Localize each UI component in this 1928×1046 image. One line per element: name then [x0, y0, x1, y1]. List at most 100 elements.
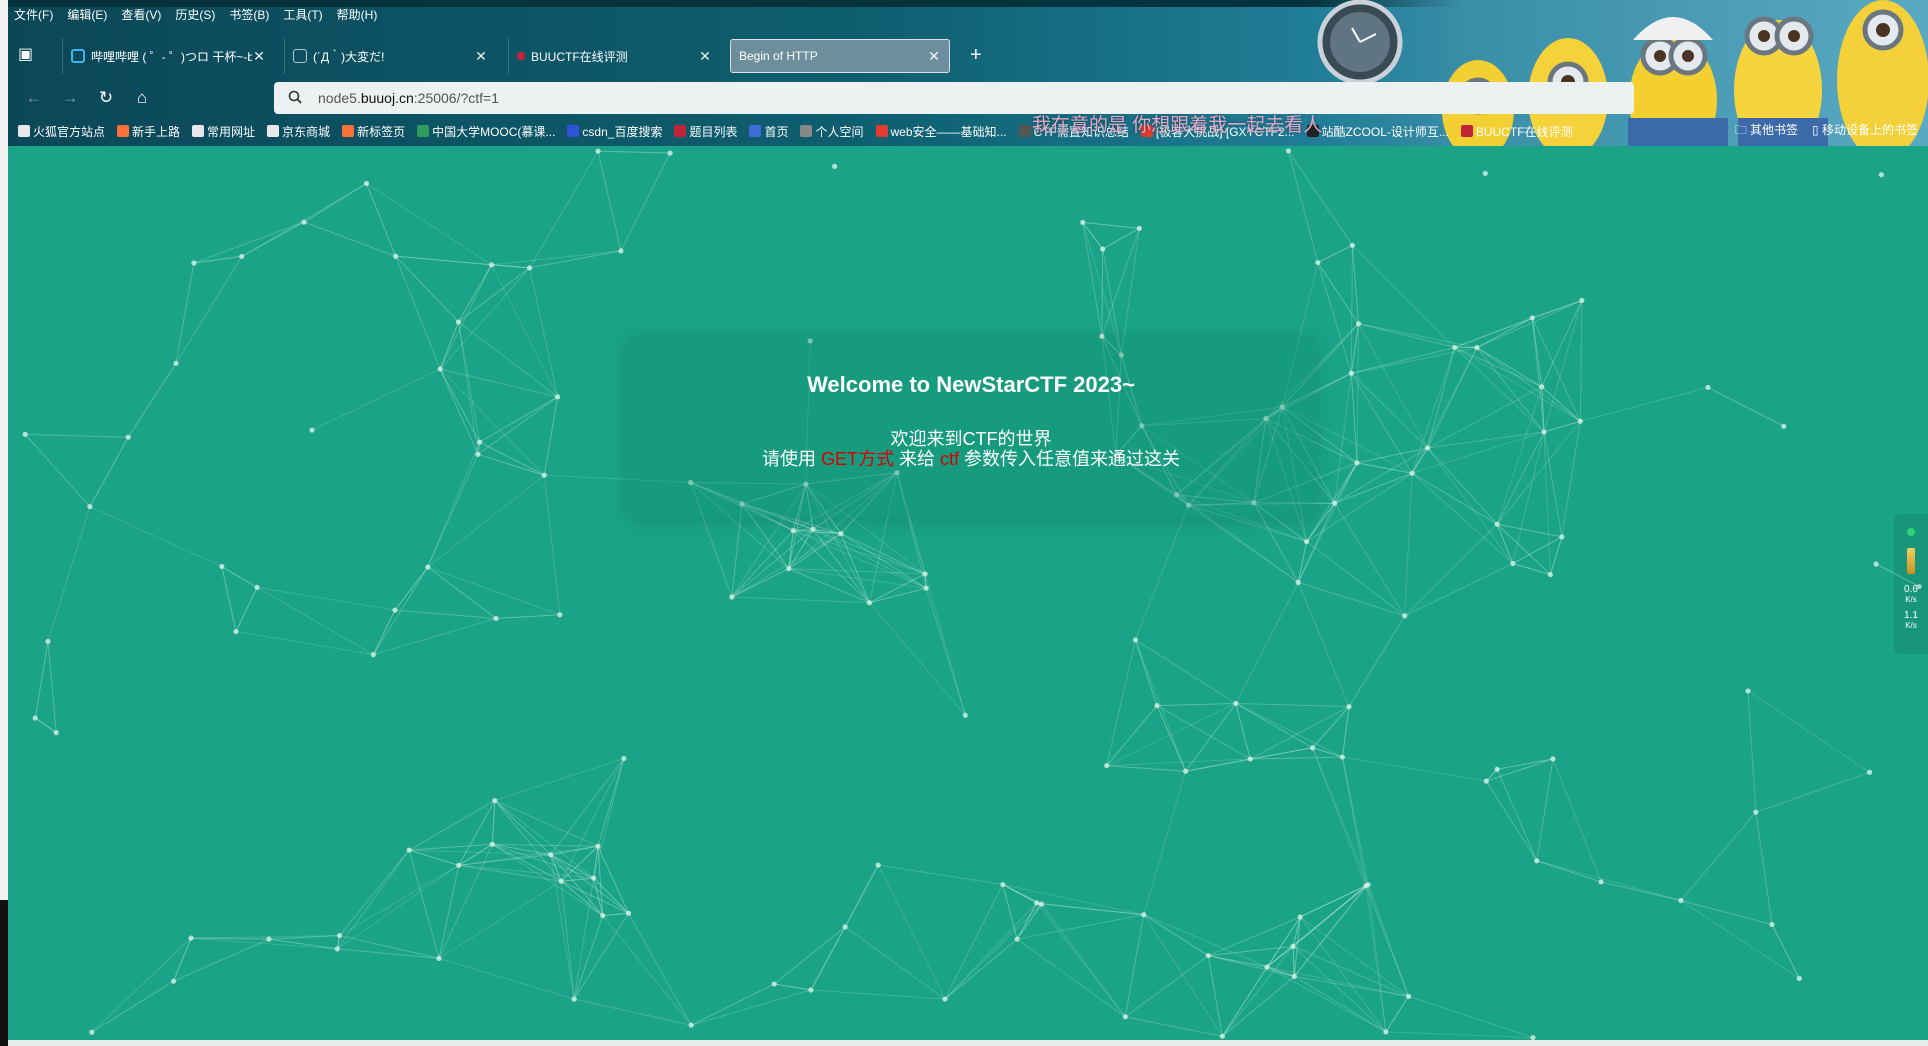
- network-link: [1002, 884, 1144, 916]
- network-link: [268, 938, 338, 950]
- network-node: [173, 360, 179, 367]
- menu-edit[interactable]: 编辑(E): [67, 6, 107, 24]
- network-node: [493, 615, 499, 622]
- network-link: [395, 255, 530, 269]
- network-node: [1866, 769, 1873, 775]
- network-link: [1124, 914, 1145, 1017]
- forward-arrow-icon[interactable]: →: [58, 86, 82, 110]
- bookmark-item[interactable]: 新标签页: [342, 121, 405, 141]
- network-node: [370, 652, 376, 658]
- network-node: [1136, 225, 1142, 231]
- network-link: [1408, 995, 1534, 1039]
- bilibili-favicon-icon: [71, 49, 85, 63]
- menu-bookmarks[interactable]: 书签(B): [229, 6, 269, 24]
- network-node: [1494, 521, 1500, 527]
- network-speed-widget: 0.6 K/s 1.1 K/s: [1894, 514, 1928, 654]
- bookmark-item[interactable]: 常用网址: [192, 121, 255, 141]
- network-node: [170, 978, 177, 984]
- network-node: [1873, 561, 1879, 567]
- address-bar[interactable]: node5.buuoj.cn:25006/?ctf=1: [274, 82, 1634, 114]
- bookmark-item[interactable]: 站酷ZCOOL-设计师互...: [1306, 121, 1449, 141]
- menu-file[interactable]: 文件(F): [14, 6, 53, 24]
- network-node: [45, 638, 51, 644]
- bookmark-item[interactable]: csdn_百度搜索: [567, 121, 662, 141]
- network-node: [1425, 445, 1431, 451]
- network-link: [1135, 639, 1237, 704]
- bookmark-item[interactable]: BUUCTF在线评测: [1460, 121, 1573, 141]
- reload-icon[interactable]: ↻: [94, 86, 118, 110]
- network-link: [427, 454, 479, 568]
- close-tab-icon[interactable]: ✕: [474, 48, 488, 65]
- bookmark-item[interactable]: 京东商城: [267, 121, 330, 141]
- menu-tools[interactable]: 工具(T): [283, 6, 322, 24]
- network-link: [573, 878, 595, 1000]
- network-link: [337, 948, 440, 959]
- network-node: [233, 628, 239, 635]
- network-link: [1485, 780, 1538, 861]
- new-tab-plus-icon[interactable]: +: [970, 44, 982, 66]
- bookmarks-toolbar: 火狐官方站点 新手上路 常用网址 京东商城 新标签页 中国大学MOOC(慕课... csdn…: [18, 121, 1573, 141]
- bookmark-label: 首页: [764, 124, 789, 139]
- bookmark-item[interactable]: 题目列表: [674, 121, 737, 141]
- network-link: [597, 846, 629, 914]
- network-node: [557, 612, 563, 618]
- network-link: [1561, 421, 1581, 537]
- tab-buuctf[interactable]: BUUCTF在线评测 ✕: [508, 38, 720, 74]
- network-link: [1143, 914, 1223, 1037]
- network-link: [573, 915, 604, 1000]
- home-icon[interactable]: ⌂: [130, 86, 154, 110]
- other-bookmarks-folder[interactable]: 🗀 其他书签: [1735, 121, 1798, 142]
- bookmark-favicon-icon: [267, 125, 280, 137]
- network-link: [395, 255, 459, 323]
- bookmark-item[interactable]: 首页: [749, 121, 788, 141]
- network-node: [476, 439, 483, 445]
- network-node: [558, 878, 564, 884]
- bookmark-favicon-icon: [567, 125, 580, 137]
- bookmark-item[interactable]: 新手上路: [117, 121, 180, 141]
- tab-error[interactable]: (´Д｀)大変だ! ✕: [284, 38, 496, 74]
- close-tab-icon[interactable]: ✕: [252, 48, 266, 65]
- network-node: [239, 253, 245, 260]
- network-link: [439, 321, 459, 370]
- network-link: [597, 150, 671, 154]
- network-node: [595, 843, 601, 849]
- menu-view[interactable]: 查看(V): [121, 6, 161, 24]
- close-tab-icon[interactable]: ✕: [698, 48, 712, 65]
- network-link: [844, 926, 946, 1000]
- network-link: [366, 183, 397, 257]
- bookmark-label: 京东商城: [282, 124, 331, 139]
- tab-bilibili[interactable]: 哔哩哔哩 ( ゜- ゜)つロ 干杯~-bi ✕: [62, 38, 274, 74]
- network-link: [492, 843, 598, 847]
- network-node: [1547, 571, 1553, 578]
- network-link: [1292, 946, 1295, 977]
- network-link: [1312, 747, 1369, 885]
- menu-help[interactable]: 帮助(H): [337, 6, 378, 24]
- network-link: [1342, 756, 1487, 782]
- mobile-bookmarks-folder[interactable]: ▯ 移动设备上的书签: [1812, 121, 1918, 142]
- network-link: [1404, 473, 1413, 616]
- url-domain: buuoj.cn: [360, 90, 414, 106]
- tab-manager-icon[interactable]: ▣: [18, 46, 36, 64]
- menu-history[interactable]: 历史(S): [175, 6, 215, 24]
- network-link: [494, 757, 625, 802]
- network-link: [408, 800, 496, 851]
- network-link: [458, 800, 496, 866]
- bookmark-item[interactable]: 个人空间: [800, 121, 864, 141]
- network-link: [560, 881, 575, 1000]
- network-link: [91, 937, 192, 1033]
- network-node: [1796, 975, 1802, 982]
- network-node: [475, 451, 481, 457]
- bookmark-label: 火狐官方站点: [33, 124, 106, 139]
- bookmark-item[interactable]: web安全——基础知...: [875, 121, 1007, 141]
- bookmark-item[interactable]: 中国大学MOOC(慕课...: [417, 121, 555, 141]
- close-tab-icon[interactable]: ✕: [927, 48, 941, 65]
- network-link: [1747, 690, 1757, 813]
- network-link: [438, 865, 460, 959]
- network-link: [1512, 431, 1545, 564]
- bookmark-item[interactable]: 火狐官方站点: [18, 121, 105, 141]
- back-arrow-icon[interactable]: ←: [22, 86, 46, 110]
- network-link: [257, 586, 396, 611]
- tab-begin-of-http[interactable]: Begin of HTTP ✕: [730, 39, 950, 73]
- network-link: [479, 441, 545, 476]
- network-link: [1101, 228, 1140, 337]
